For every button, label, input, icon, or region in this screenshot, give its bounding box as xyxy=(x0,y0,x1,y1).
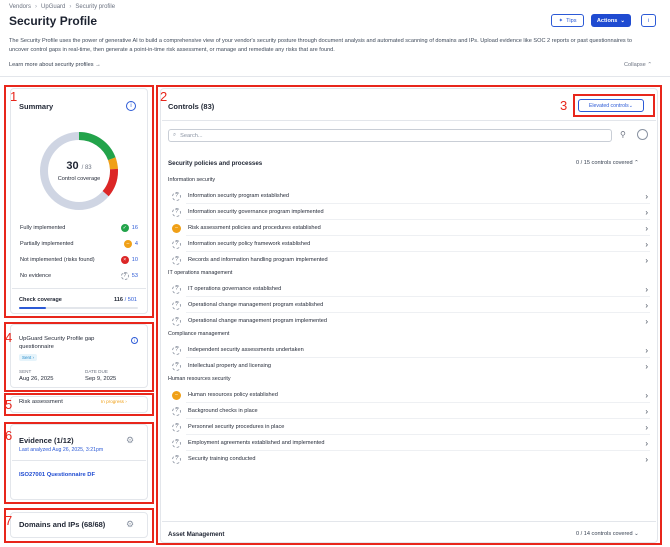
annotation-number: 3 xyxy=(560,98,568,113)
annotation-number: 5 xyxy=(5,397,13,412)
header-divider xyxy=(0,76,670,77)
breadcrumb-current: Security profile xyxy=(75,4,116,10)
page-title: Security Profile xyxy=(9,14,98,28)
chevron-up-icon: ⌃ xyxy=(647,62,653,68)
annotation-number: 4 xyxy=(5,330,13,345)
annotation-box-3 xyxy=(573,94,655,117)
collapse-label: Collapse xyxy=(624,62,646,68)
info-button[interactable]: i xyxy=(641,14,656,27)
collapse-button[interactable]: Collapse ⌃ xyxy=(624,62,652,68)
lightbulb-icon: ✦ xyxy=(558,17,564,24)
actions-button[interactable]: Actions ⌄ xyxy=(591,14,631,27)
learn-more-link[interactable]: Learn more about security profiles → xyxy=(9,62,101,68)
breadcrumb-separator: › xyxy=(35,4,38,10)
actions-label: Actions xyxy=(596,17,618,24)
annotation-number: 1 xyxy=(10,89,18,104)
chevron-down-icon: ⌄ xyxy=(620,17,626,24)
learn-more-label: Learn more about security profiles xyxy=(9,62,94,68)
info-icon: i xyxy=(647,17,650,24)
breadcrumb: Vendors › UpGuard › Security profile xyxy=(9,4,115,10)
breadcrumb-vendors[interactable]: Vendors xyxy=(9,4,31,10)
arrow-right-icon: → xyxy=(95,62,101,68)
annotation-box-4 xyxy=(4,322,154,392)
breadcrumb-separator: › xyxy=(69,4,72,10)
annotation-box-6 xyxy=(4,422,154,504)
annotation-number: 2 xyxy=(160,89,168,104)
annotation-number: 6 xyxy=(5,428,13,443)
page-description: The Security Profile uses the power of g… xyxy=(9,38,632,53)
breadcrumb-vendor[interactable]: UpGuard xyxy=(41,4,65,10)
annotation-box-1 xyxy=(4,85,154,318)
annotation-number: 7 xyxy=(5,513,13,528)
tips-button[interactable]: ✦ Tips xyxy=(551,14,584,27)
annotation-box-7 xyxy=(4,508,154,543)
tips-label: Tips xyxy=(566,17,577,24)
annotation-box-5 xyxy=(4,393,154,416)
annotation-box-2 xyxy=(156,85,662,545)
